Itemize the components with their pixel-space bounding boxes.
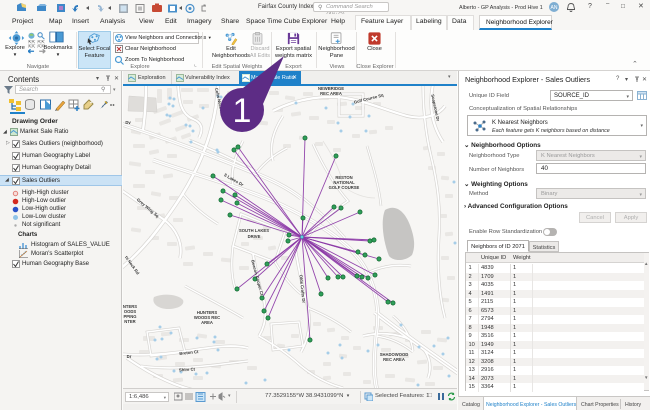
svg-text:Dv: Dv [125,120,131,125]
svg-text:Dr: Dr [127,354,132,359]
svg-text:GOLF COURSE: GOLF COURSE [329,185,360,190]
svg-text:REC AREA: REC AREA [320,91,342,96]
svg-text:1: 1 [233,92,252,130]
svg-text:SOUTH LAKES: SOUTH LAKES [239,228,269,233]
svg-text:REC AREA: REC AREA [383,357,405,362]
svg-text:NTER: NTER [124,319,135,324]
svg-text:AN: AN [551,5,558,11]
svg-text:AREA: AREA [201,320,213,325]
svg-text:Shire Ct: Shire Ct [179,367,196,373]
svg-text:⇱⇱: ⇱⇱ [28,45,36,50]
svg-text:DRIVE: DRIVE [248,234,261,239]
